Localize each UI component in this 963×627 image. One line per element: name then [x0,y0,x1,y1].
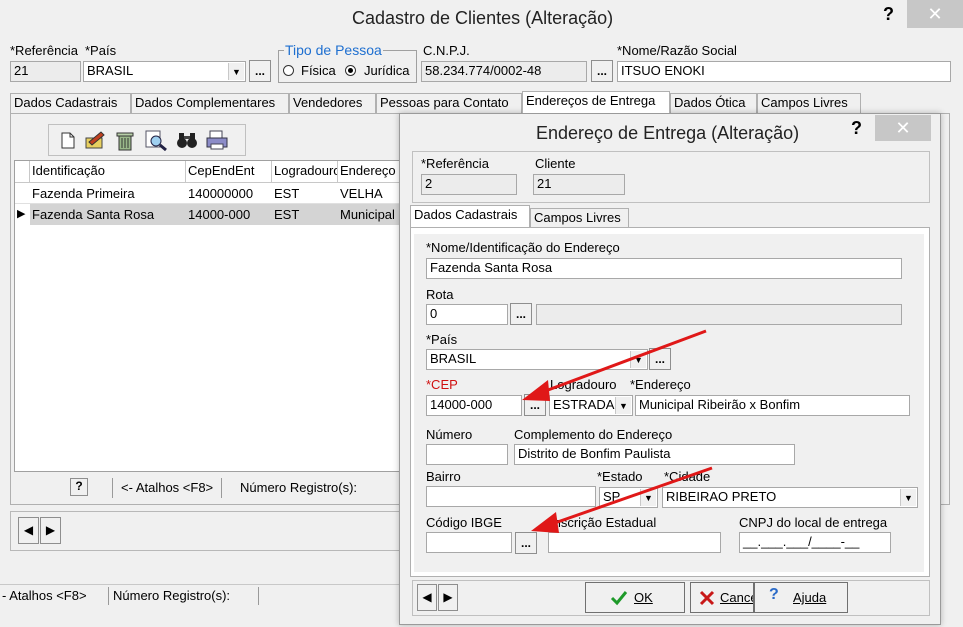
annotation-arrows [522,329,713,533]
tab-enderecos-entrega[interactable]: Endereços de Entrega [522,91,670,113]
dialog-tab-dados-cadastrais[interactable]: Dados Cadastrais [410,205,530,227]
annotation-arrow [531,466,713,533]
annotation-arrow [522,329,707,401]
